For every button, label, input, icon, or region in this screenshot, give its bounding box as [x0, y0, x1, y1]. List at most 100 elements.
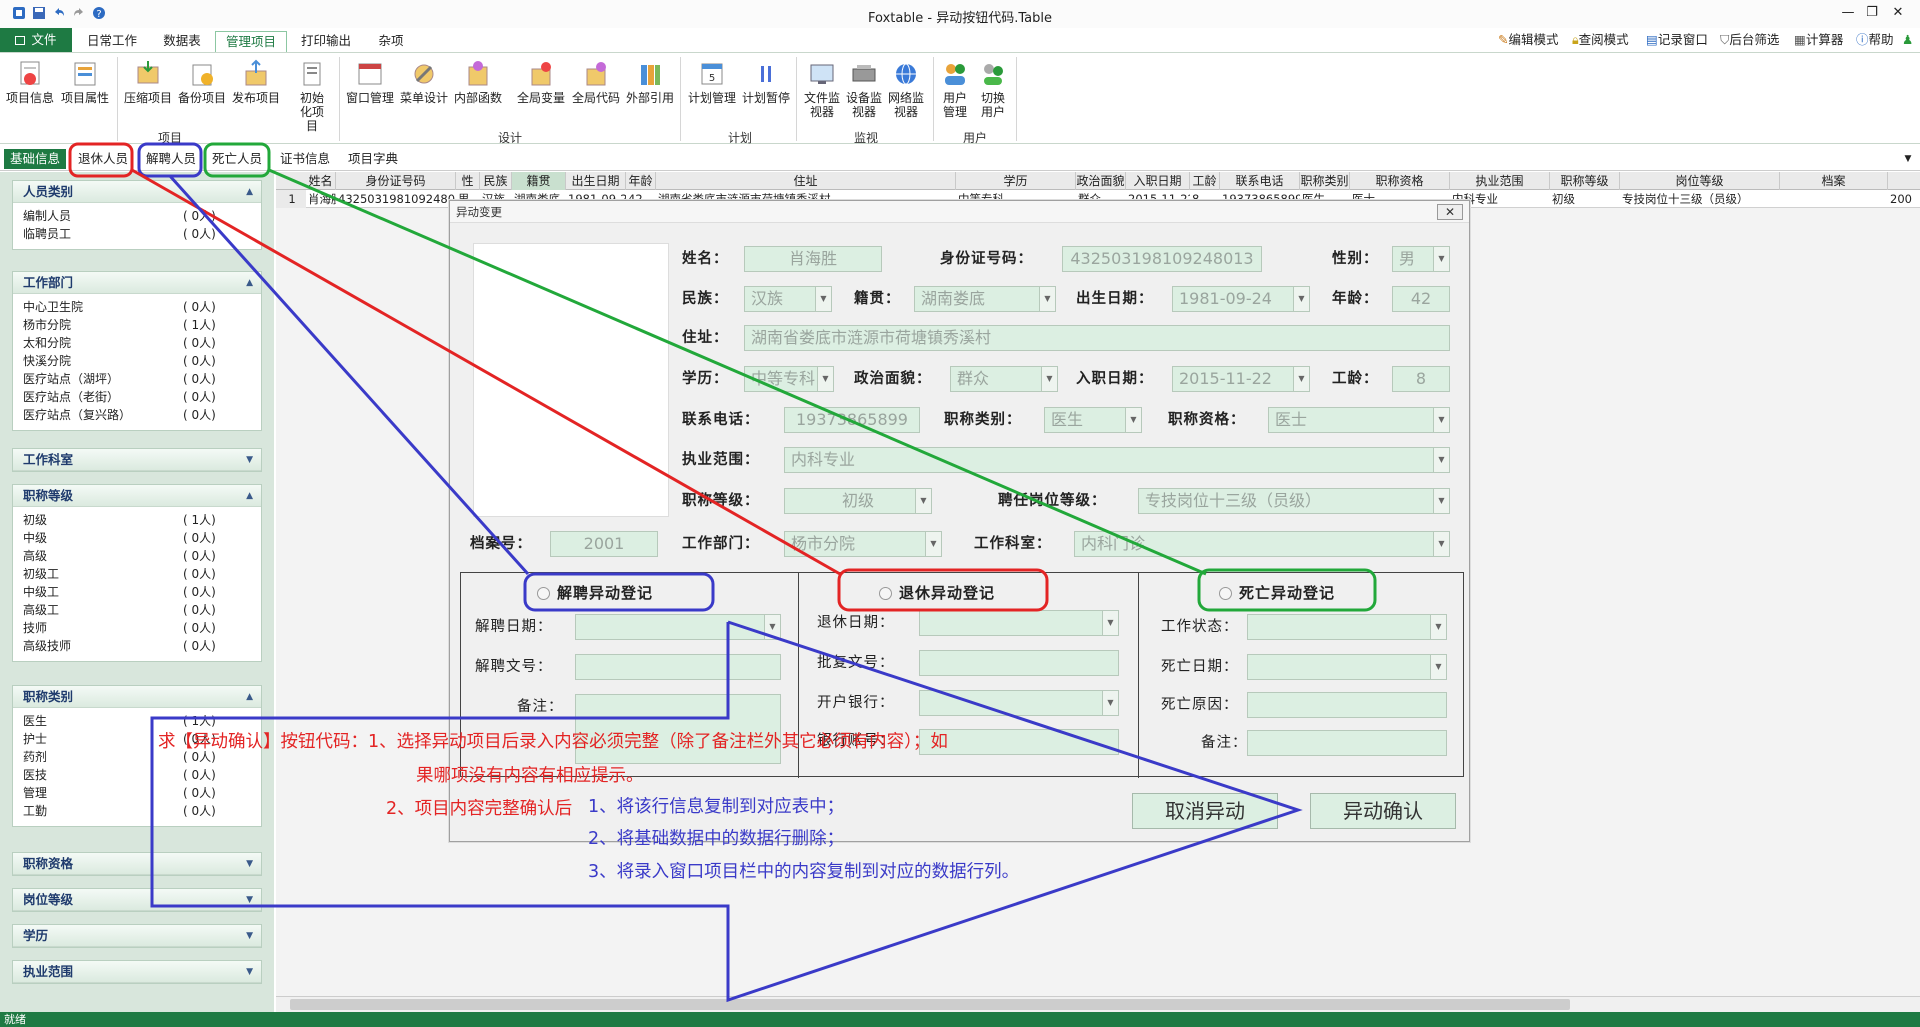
ethnic-select[interactable]: 汉族 ▼ — [744, 286, 832, 312]
menu-design-button[interactable]: 菜单设计 — [398, 59, 450, 105]
list-item[interactable]: 高级工 ( 0人) — [13, 601, 261, 619]
id-field[interactable]: 432503198109248013 — [1062, 246, 1262, 272]
tab-deceased[interactable]: 死亡人员 — [206, 149, 268, 169]
retire-date-picker[interactable]: ▼ — [919, 610, 1119, 636]
approval-doc-field[interactable] — [919, 650, 1119, 676]
tab-certificates[interactable]: 证书信息 — [274, 149, 336, 169]
chevron-down-icon[interactable]: ▼ — [1041, 367, 1057, 391]
chevron-down-icon[interactable]: ▼ — [1125, 408, 1141, 432]
chevron-down-icon[interactable]: ▼ — [1433, 489, 1449, 513]
tab-print[interactable]: 打印输出 — [294, 31, 358, 52]
tab-basic-info[interactable]: 基础信息 — [4, 149, 66, 169]
years-field[interactable]: 8 — [1392, 366, 1450, 392]
column-header[interactable]: 档案 — [1780, 172, 1888, 190]
internal-function-button[interactable]: 内部函数 — [452, 59, 504, 105]
tab-misc[interactable]: 杂项 — [366, 31, 416, 52]
chevron-down-icon[interactable]: ▼ — [1433, 448, 1449, 472]
tab-datatable[interactable]: 数据表 — [152, 31, 212, 52]
title-type-select[interactable]: 医生 ▼ — [1044, 407, 1142, 433]
dept-select[interactable]: 杨市分院 ▼ — [784, 531, 942, 557]
user-manage-button[interactable]: 用户管理 — [938, 59, 972, 119]
gender-select[interactable]: 男 ▼ — [1392, 246, 1450, 272]
list-item[interactable]: 初级工 ( 0人) — [13, 565, 261, 583]
column-header[interactable]: 民族 — [480, 172, 512, 190]
death-radio[interactable] — [1219, 587, 1232, 600]
chevron-down-icon[interactable]: ▼ — [1102, 691, 1118, 715]
column-header[interactable]: 政治面貌 — [1076, 172, 1126, 190]
birth-date-picker[interactable]: 1981-09-24 ▼ — [1172, 286, 1310, 312]
network-monitor-button[interactable]: 网络监视器 — [884, 59, 928, 119]
project-properties-button[interactable]: 项目属性 — [58, 59, 112, 105]
retire-radio-label[interactable]: 退休异动登记 — [899, 583, 995, 603]
bank-select[interactable]: ▼ — [919, 690, 1119, 716]
office-select[interactable]: 内科门诊 ▼ — [1074, 531, 1450, 557]
post-level-select[interactable]: 专技岗位十三级（员级） ▼ — [1138, 488, 1450, 514]
file-monitor-button[interactable]: 文件监视器 — [800, 59, 844, 119]
edit-mode-button[interactable]: ✎编辑模式 — [1498, 32, 1559, 48]
origin-select[interactable]: 湖南娄底 ▼ — [914, 286, 1056, 312]
list-item[interactable]: 医疗站点（复兴路） ( 0人) — [13, 406, 261, 424]
chevron-down-icon[interactable]: ▼ — [246, 889, 253, 911]
publish-project-button[interactable]: 发布项目 — [230, 59, 282, 105]
chevron-down-icon[interactable]: ▼ — [764, 615, 780, 639]
list-item[interactable]: 工勤 ( 0人) — [13, 802, 261, 820]
filter-section-header[interactable]: 职称类别 ▲ — [13, 686, 261, 708]
chevron-down-icon[interactable]: ▼ — [1293, 287, 1309, 311]
death-date-picker[interactable]: ▼ — [1247, 654, 1447, 680]
column-header[interactable]: 姓名 — [306, 172, 336, 190]
chevron-down-icon[interactable]: ▼ — [1430, 615, 1446, 639]
death-cause-field[interactable] — [1247, 692, 1447, 718]
table-cell[interactable]: 初级 — [1550, 190, 1620, 208]
list-item[interactable]: 技师 ( 0人) — [13, 619, 261, 637]
death-note-field[interactable] — [1247, 730, 1447, 756]
filter-section-header[interactable]: 岗位等级 ▼ — [13, 889, 261, 911]
address-field[interactable]: 湖南省娄底市涟源市荷塘镇秀溪村 — [744, 325, 1450, 351]
join-date-picker[interactable]: 2015-11-22 ▼ — [1172, 366, 1310, 392]
chevron-down-icon[interactable]: ▼ — [817, 367, 833, 391]
compress-project-button[interactable]: 压缩项目 — [122, 59, 174, 105]
column-header[interactable]: 岗位等级 — [1620, 172, 1780, 190]
table-cell[interactable]: 4325031981092480... — [336, 190, 456, 208]
chevron-down-icon[interactable]: ▼ — [246, 925, 253, 947]
filter-section-header[interactable]: 工作部门 ▲ — [13, 272, 261, 294]
chevron-down-icon[interactable]: ▼ — [815, 287, 831, 311]
calculator-button[interactable]: ▦计算器 — [1794, 32, 1843, 48]
list-item[interactable]: 高级技师 ( 0人) — [13, 637, 261, 655]
backup-project-button[interactable]: 备份项目 — [176, 59, 228, 105]
record-window-button[interactable]: ▤记录窗口 — [1646, 32, 1708, 48]
dialog-close-button[interactable]: ✕ — [1437, 204, 1463, 220]
list-item[interactable]: 医生 ( 1人) — [13, 712, 261, 730]
table-cell[interactable]: 1 — [276, 190, 306, 208]
age-field[interactable]: 42 — [1392, 286, 1450, 312]
chevron-down-icon[interactable]: ▼ — [246, 961, 253, 983]
filter-section-header[interactable]: 工作科室 ▼ — [13, 449, 261, 471]
external-reference-button[interactable]: 外部引用 — [624, 59, 676, 105]
bank-account-field[interactable] — [919, 729, 1119, 755]
device-monitor-button[interactable]: 设备监视器 — [842, 59, 886, 119]
list-item[interactable]: 医技 ( 0人) — [13, 766, 261, 784]
plan-manage-button[interactable]: 5 计划管理 — [686, 59, 738, 105]
chevron-down-icon[interactable]: ▼ — [1293, 367, 1309, 391]
filter-section-header[interactable]: 学历 ▼ — [13, 925, 261, 947]
scope-select[interactable]: 内科专业 ▼ — [784, 447, 1450, 473]
switch-user-button[interactable]: 切换用户 — [976, 59, 1010, 119]
name-field[interactable]: 肖海胜 — [744, 246, 882, 272]
title-qual-select[interactable]: 医士 ▼ — [1268, 407, 1450, 433]
dismiss-date-picker[interactable]: ▼ — [575, 614, 781, 640]
dismiss-note-field[interactable] — [575, 694, 781, 764]
global-code-button[interactable]: 全局代码 — [570, 59, 622, 105]
filter-section-header[interactable]: 人员类别 ▲ — [13, 181, 261, 203]
list-item[interactable]: 高级 ( 0人) — [13, 547, 261, 565]
chevron-down-icon[interactable]: ▼ — [1433, 247, 1449, 271]
list-item[interactable]: 杨市分院 ( 1人) — [13, 316, 261, 334]
list-item[interactable]: 快溪分院 ( 0人) — [13, 352, 261, 370]
filter-section-header[interactable]: 执业范围 ▼ — [13, 961, 261, 983]
cancel-change-button[interactable]: 取消异动 — [1132, 793, 1278, 829]
chevron-up-icon[interactable]: ▲ — [246, 485, 253, 507]
confirm-change-button[interactable]: 异动确认 — [1310, 793, 1456, 829]
politics-select[interactable]: 群众 ▼ — [950, 366, 1058, 392]
dismiss-doc-field[interactable] — [575, 654, 781, 680]
education-select[interactable]: 中等专科 ▼ — [744, 366, 834, 392]
column-header[interactable]: 执业范围 — [1450, 172, 1550, 190]
filter-section-header[interactable]: 职称等级 ▲ — [13, 485, 261, 507]
